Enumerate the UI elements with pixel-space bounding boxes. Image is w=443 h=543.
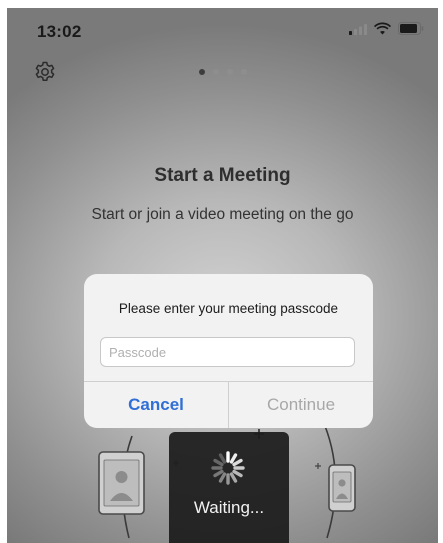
page-dot (213, 69, 219, 75)
waiting-hud: Waiting... (169, 432, 289, 543)
page-indicator[interactable] (199, 69, 247, 75)
waiting-label: Waiting... (193, 498, 265, 517)
cellular-signal-icon (349, 23, 367, 35)
passcode-input[interactable] (100, 337, 355, 367)
page-subtitle: Start or join a video meeting on the go (91, 206, 354, 223)
status-time: 13:02 (37, 22, 82, 41)
status-icons (349, 22, 424, 35)
loading-spinner-icon (211, 451, 245, 485)
page-dot (227, 69, 233, 75)
app-screen: 13:02 Start a Meeting Start or join a vi… (7, 8, 438, 543)
passcode-dialog: Please enter your meeting passcode Cance… (84, 274, 373, 428)
continue-button[interactable]: Continue (229, 382, 373, 428)
gear-icon (35, 61, 55, 81)
dialog-message: Please enter your meeting passcode (118, 301, 339, 316)
cancel-button[interactable]: Cancel (84, 382, 228, 428)
settings-button[interactable] (33, 60, 57, 84)
page-dot (199, 69, 205, 75)
page-title: Start a Meeting (154, 165, 291, 186)
wifi-icon (374, 22, 391, 35)
page-dot (241, 69, 247, 75)
status-bar: 13:02 (7, 8, 438, 52)
battery-icon (398, 22, 424, 35)
